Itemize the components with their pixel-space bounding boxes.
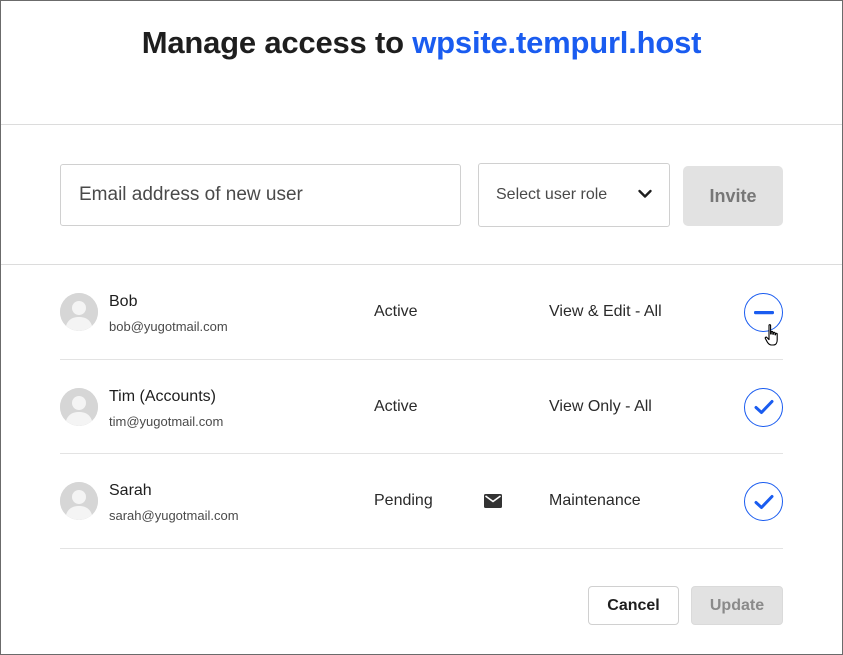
avatar: [60, 482, 98, 520]
user-silhouette-icon: [60, 387, 98, 426]
user-list: Bob bob@yugotmail.com Active View & Edit…: [60, 265, 783, 549]
user-silhouette-icon: [60, 293, 98, 331]
user-row: Bob bob@yugotmail.com Active View & Edit…: [60, 265, 783, 360]
role-select[interactable]: Select user role: [478, 163, 670, 227]
role-select-label: Select user role: [496, 186, 608, 203]
user-email: sarah@yugotmail.com: [109, 508, 239, 523]
minus-icon: [753, 310, 774, 314]
dialog-header: Manage access to wpsite.tempurl.host: [1, 1, 842, 125]
user-email: tim@yugotmail.com: [109, 413, 224, 429]
user-role: View & Edit - All: [549, 303, 662, 320]
page-title: Manage access to wpsite.tempurl.host: [1, 25, 842, 61]
user-name: Bob: [109, 293, 138, 310]
manage-access-dialog: Manage access to wpsite.tempurl.host Sel…: [0, 0, 843, 655]
user-role: Maintenance: [549, 492, 641, 509]
confirm-user-button[interactable]: [744, 387, 783, 427]
user-email: bob@yugotmail.com: [109, 319, 228, 334]
user-name: Sarah: [109, 482, 152, 499]
title-prefix: Manage access to: [141, 25, 413, 60]
hand-pointer-cursor-icon: [764, 324, 778, 346]
user-status: Pending: [374, 492, 433, 509]
user-name: Tim (Accounts): [109, 387, 216, 405]
user-status: Active: [374, 303, 418, 320]
invite-button[interactable]: Invite: [683, 166, 783, 226]
envelope-icon[interactable]: [484, 494, 502, 508]
email-input[interactable]: [60, 164, 461, 226]
user-row: Tim (Accounts) tim@yugotmail.com Active …: [60, 360, 783, 454]
avatar: [60, 387, 98, 426]
check-icon: [754, 400, 773, 414]
title-domain: wpsite.tempurl.host: [412, 25, 702, 60]
avatar: [60, 293, 98, 331]
check-icon: [754, 494, 773, 509]
user-row: Sarah sarah@yugotmail.com Pending Mainte…: [60, 454, 783, 549]
user-status: Active: [374, 397, 418, 415]
confirm-user-button[interactable]: [744, 482, 783, 521]
cancel-button[interactable]: Cancel: [588, 586, 679, 625]
update-button[interactable]: Update: [691, 586, 783, 625]
chevron-down-icon: [638, 189, 652, 198]
user-silhouette-icon: [60, 482, 98, 520]
user-role: View Only - All: [549, 397, 652, 415]
invite-row: Select user role Invite: [1, 125, 842, 265]
